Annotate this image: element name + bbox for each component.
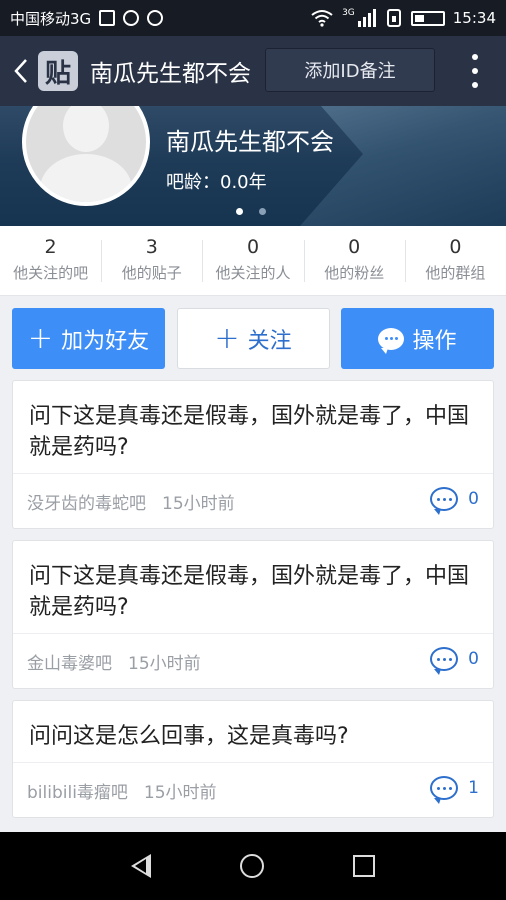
tieba-logo: 贴 <box>38 51 78 91</box>
status-right: 3G 15:34 <box>310 8 496 27</box>
operate-label: 操作 <box>412 328 457 354</box>
stat-value: 2 <box>44 236 57 258</box>
post-title: 问下这是真毒还是假毒，国外就是毒了，中国就是药吗? <box>13 541 493 634</box>
stat-value: 0 <box>348 236 361 258</box>
comment-bubble-icon <box>430 776 459 804</box>
post-forum[interactable]: 没牙齿的毒蛇吧 <box>27 489 146 514</box>
comment-count: 0 <box>468 489 479 509</box>
profile-age: 吧龄：0.0年 <box>166 172 267 193</box>
post-list: 问下这是真毒还是假毒，国外就是毒了，中国就是药吗? 没牙齿的毒蛇吧 15小时前 … <box>12 380 494 829</box>
nav-home-icon[interactable] <box>239 854 264 878</box>
chat-bubble-icon <box>378 327 405 354</box>
profile-actions: + 加为好友 + 关注 操作 <box>12 308 494 370</box>
carrier-label: 中国移动3G <box>10 9 92 28</box>
profile-banner: 南瓜先生都不会 吧龄：0.0年 <box>0 106 506 226</box>
post-comments[interactable]: 0 <box>430 487 479 515</box>
signal-icon <box>357 9 376 27</box>
comment-bubble-icon <box>430 647 459 675</box>
sim-icon <box>386 9 401 27</box>
network-type-label: 3G <box>342 8 355 18</box>
carousel-dot <box>259 208 266 215</box>
post-card[interactable]: 问问这是怎么回事，这是真毒吗? bilibili毒瘤吧 15小时前 1 <box>12 700 494 818</box>
add-id-note-button[interactable]: 添加ID备注 <box>265 48 435 92</box>
post-comments[interactable]: 0 <box>430 647 479 675</box>
stat-value: 3 <box>145 236 158 258</box>
post-time: 15小时前 <box>162 493 235 514</box>
nav-back-icon[interactable] <box>130 854 151 878</box>
stat-groups[interactable]: 0 他的群组 <box>404 226 506 295</box>
follow-button[interactable]: + 关注 <box>176 308 330 369</box>
more-vertical-icon[interactable] <box>470 54 480 88</box>
status-bar: 中国移动3G 3G 15:34 <box>0 0 506 36</box>
stat-posts[interactable]: 3 他的贴子 <box>101 226 202 295</box>
add-friend-button[interactable]: + 加为好友 <box>12 308 165 369</box>
wifi-icon <box>311 10 333 27</box>
post-meta: 金山毒婆吧 15小时前 0 <box>13 634 493 688</box>
chevron-left-icon <box>14 59 27 83</box>
system-nav-bar <box>0 832 506 900</box>
plus-icon: + <box>214 320 240 356</box>
avatar[interactable] <box>22 106 150 206</box>
profile-name: 南瓜先生都不会 <box>166 128 334 156</box>
stat-value: 0 <box>449 236 462 258</box>
app-notification-icon <box>123 10 140 26</box>
nav-recent-apps-icon[interactable] <box>353 855 376 877</box>
plus-icon: + <box>27 320 54 356</box>
app-header: 贴 南瓜先生都不会 添加ID备注 <box>0 36 506 106</box>
stat-label: 他的贴子 <box>121 264 182 282</box>
stat-label: 他的粉丝 <box>324 264 385 282</box>
comment-bubble-icon <box>430 487 459 515</box>
post-comments[interactable]: 1 <box>430 776 479 804</box>
post-title: 问下这是真毒还是假毒，国外就是毒了，中国就是药吗? <box>13 381 493 474</box>
stat-label: 他的群组 <box>425 264 486 282</box>
post-time: 15小时前 <box>143 782 217 803</box>
comment-count: 0 <box>468 649 479 669</box>
post-meta: bilibili毒瘤吧 15小时前 1 <box>13 763 493 817</box>
stats-bar: 2 他关注的吧 3 他的贴子 0 他关注的人 0 他的粉丝 0 他的群组 <box>0 226 506 296</box>
stat-label: 他关注的人 <box>215 264 291 282</box>
post-title: 问问这是怎么回事，这是真毒吗? <box>13 701 493 763</box>
post-forum[interactable]: 金山毒婆吧 <box>27 649 112 674</box>
post-meta: 没牙齿的毒蛇吧 15小时前 0 <box>13 474 493 528</box>
post-card[interactable]: 问下这是真毒还是假毒，国外就是毒了，中国就是药吗? 没牙齿的毒蛇吧 15小时前 … <box>12 380 494 529</box>
sync-icon <box>147 10 164 26</box>
comment-count: 1 <box>468 778 479 798</box>
status-left: 中国移动3G <box>10 8 164 29</box>
follow-label: 关注 <box>247 328 292 354</box>
post-card[interactable]: 问下这是真毒还是假毒，国外就是毒了，中国就是药吗? 金山毒婆吧 15小时前 0 <box>12 540 494 689</box>
carousel-dot <box>236 208 243 215</box>
add-friend-label: 加为好友 <box>61 328 150 354</box>
stat-followed-forums[interactable]: 2 他关注的吧 <box>0 226 101 295</box>
back-button[interactable] <box>6 36 36 106</box>
stat-value: 0 <box>246 236 260 258</box>
battery-icon <box>410 10 445 26</box>
operate-button[interactable]: 操作 <box>341 308 494 369</box>
header-title: 南瓜先生都不会 <box>90 61 251 87</box>
post-time: 15小时前 <box>128 653 201 674</box>
stat-fans[interactable]: 0 他的粉丝 <box>303 226 405 295</box>
stat-label: 他关注的吧 <box>13 264 89 282</box>
clock: 15:34 <box>452 9 496 27</box>
gallery-icon <box>99 10 116 26</box>
carousel-indicator <box>236 208 266 215</box>
post-forum[interactable]: bilibili毒瘤吧 <box>27 778 128 803</box>
stat-following[interactable]: 0 他关注的人 <box>202 226 303 295</box>
